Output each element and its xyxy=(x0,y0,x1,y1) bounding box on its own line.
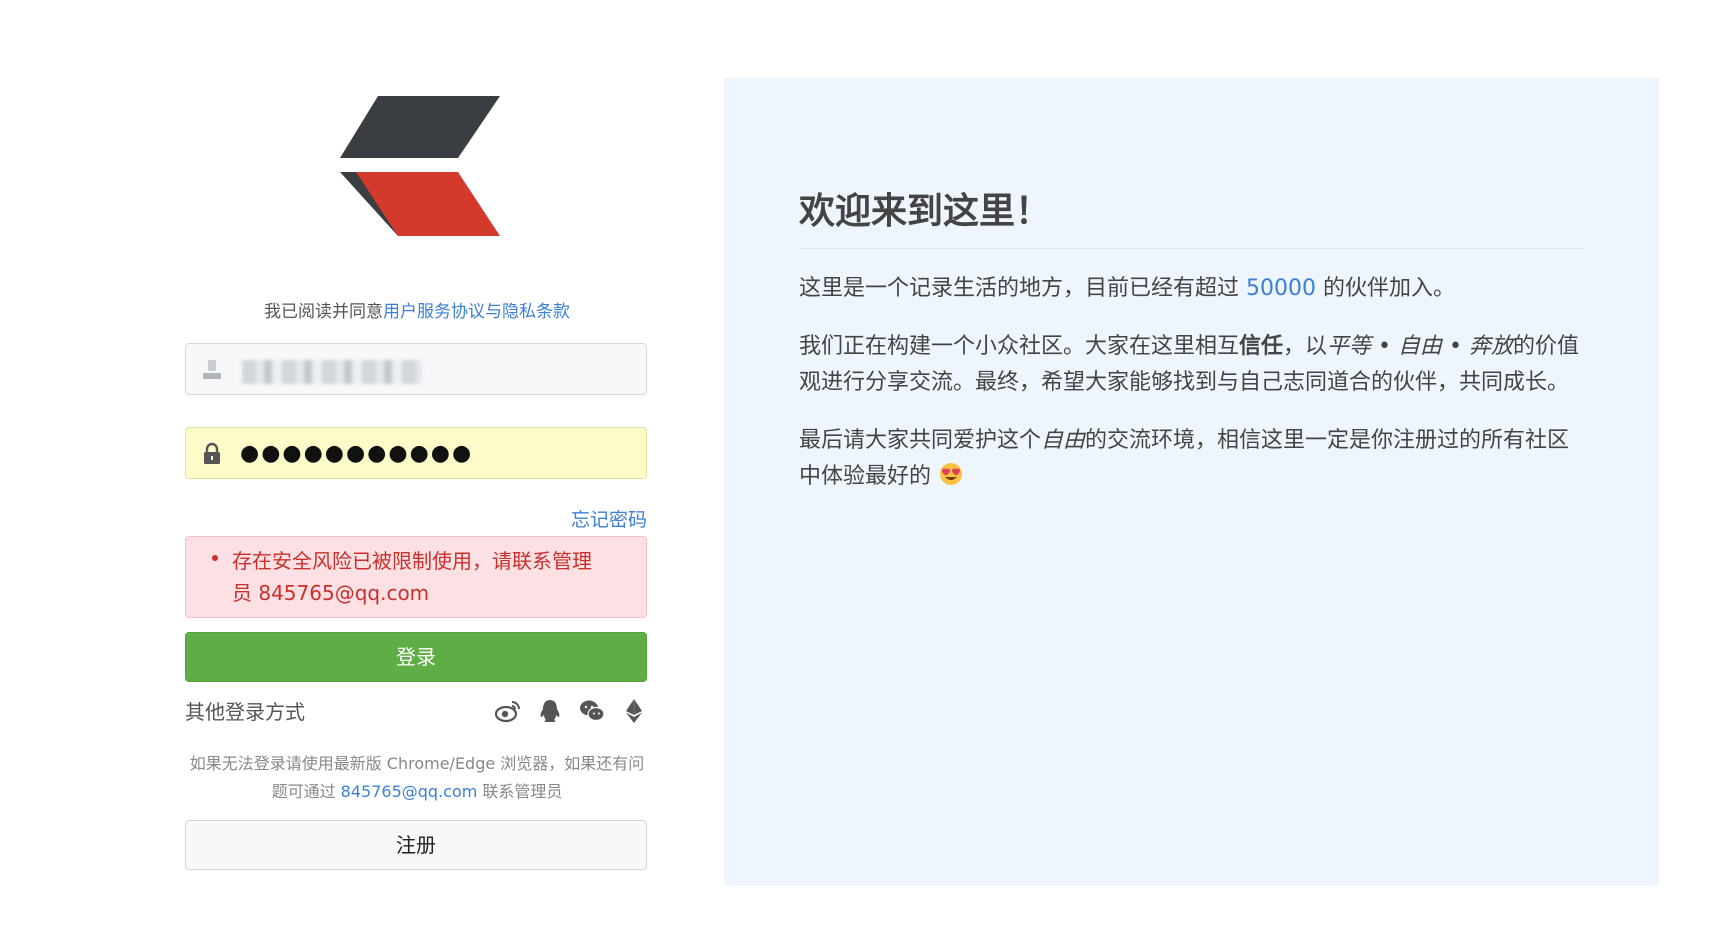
member-count: 50000 xyxy=(1246,276,1316,301)
lock-icon xyxy=(204,442,220,464)
ethereum-icon[interactable] xyxy=(621,698,647,724)
username-field[interactable] xyxy=(185,343,647,395)
login-button[interactable]: 登录 xyxy=(185,632,647,682)
closing-paragraph: 最后请大家共同爱护这个自由的交流环境，相信这里一定是你注册过的所有社区中体验最好… xyxy=(799,423,1584,495)
password-field[interactable]: ●●●●●●●●●●● xyxy=(185,427,647,479)
username-input[interactable] xyxy=(238,352,636,386)
closing-text-a: 最后请大家共同爱护这个 xyxy=(799,428,1042,453)
freedom-text: 自由 xyxy=(1041,428,1086,453)
site-logo xyxy=(340,96,500,236)
qq-icon[interactable] xyxy=(537,698,563,724)
password-input[interactable]: ●●●●●●●●●●● xyxy=(240,438,473,470)
intro-paragraph: 这里是一个记录生活的地方，目前已经有超过 50000 的伙伴加入。 xyxy=(799,271,1584,307)
intro-suffix: 的伙伴加入。 xyxy=(1316,276,1455,301)
error-message: 存在安全风险已被限制使用，请联系管理员 845765@qq.com xyxy=(232,549,592,605)
welcome-panel: 欢迎来到这里！ 这里是一个记录生活的地方，目前已经有超过 50000 的伙伴加入… xyxy=(724,78,1659,886)
login-page: 我已阅读并同意用户服务协议与隐私条款 ●●●●●●●●●●● 忘记密码 存在安全… xyxy=(0,0,1719,928)
weibo-icon[interactable] xyxy=(495,698,521,724)
welcome-content: 欢迎来到这里！ 这里是一个记录生活的地方，目前已经有超过 50000 的伙伴加入… xyxy=(799,188,1584,495)
register-button[interactable]: 注册 xyxy=(185,820,647,870)
community-text-a: 我们正在构建一个小众社区。大家在这里相互 xyxy=(799,334,1240,359)
agreement-prefix: 我已阅读并同意 xyxy=(264,302,383,322)
agreement-text: 我已阅读并同意用户服务协议与隐私条款 xyxy=(185,300,649,324)
user-icon xyxy=(203,360,221,379)
trust-text: 信任 xyxy=(1239,334,1284,359)
help-suffix: 联系管理员 xyxy=(477,782,563,801)
wechat-icon[interactable] xyxy=(579,698,605,724)
error-alert: 存在安全风险已被限制使用，请联系管理员 845765@qq.com xyxy=(185,536,647,618)
terms-link[interactable]: 用户服务协议与隐私条款 xyxy=(383,302,570,322)
community-paragraph: 我们正在构建一个小众社区。大家在这里相互信任，以平等 • 自由 • 奔放的价值观… xyxy=(799,329,1584,401)
help-text: 如果无法登录请使用最新版 Chrome/Edge 浏览器，如果还有问题可通过 8… xyxy=(185,750,649,806)
other-login-label: 其他登录方式 xyxy=(185,700,305,724)
forgot-password-link[interactable]: 忘记密码 xyxy=(571,505,647,532)
intro-prefix: 这里是一个记录生活的地方，目前已经有超过 xyxy=(799,276,1246,301)
admin-email-link[interactable]: 845765@qq.com xyxy=(341,782,478,801)
social-login-icons xyxy=(495,698,647,724)
community-text-b: ，以 xyxy=(1283,334,1328,359)
heart-eyes-emoji-icon xyxy=(940,463,963,485)
alert-bullet xyxy=(212,555,218,561)
values-text: 平等 • 自由 • 奔放 xyxy=(1327,334,1513,359)
welcome-title: 欢迎来到这里！ xyxy=(799,188,1584,249)
